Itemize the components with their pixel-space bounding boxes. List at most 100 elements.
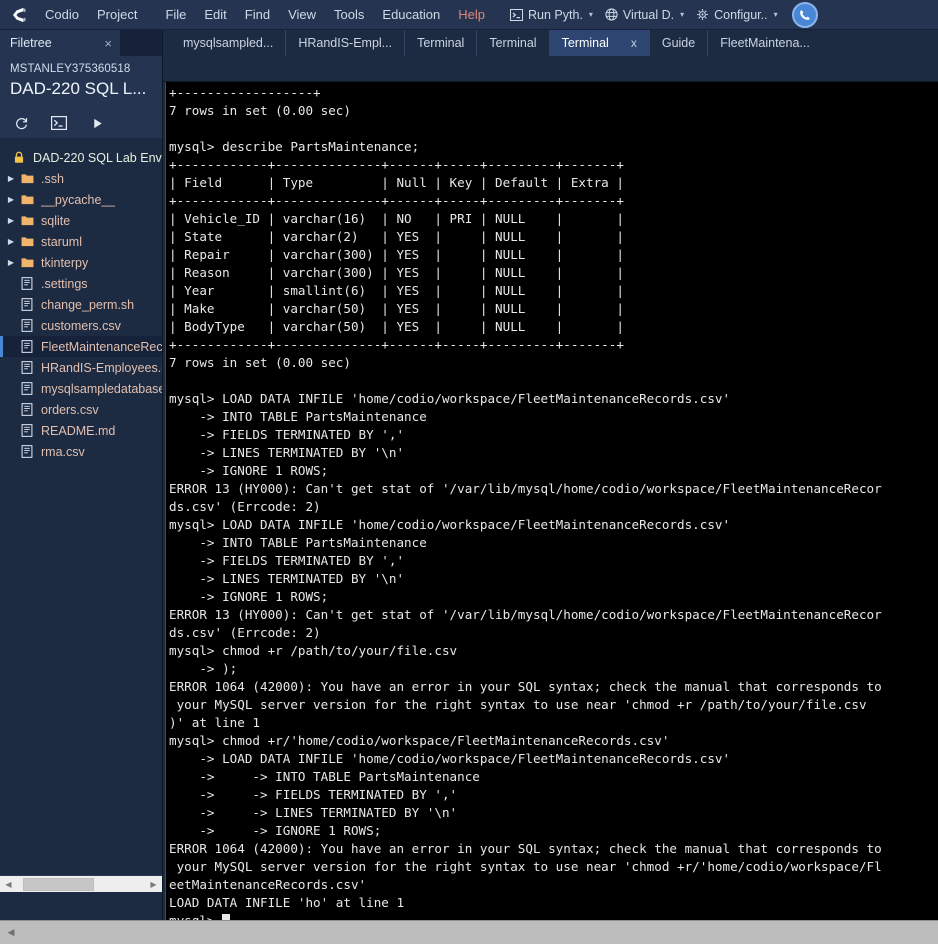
folder-icon	[18, 173, 36, 184]
codio-logo-icon[interactable]	[6, 4, 32, 26]
phone-icon[interactable]	[791, 1, 818, 28]
terminal-line: ERROR 13 (HY000): Can't get stat of '/va…	[169, 607, 882, 622]
terminal-icon	[509, 8, 523, 21]
sidebar-toolbar	[0, 108, 162, 140]
tree-item-readme-md[interactable]: README.md	[0, 420, 162, 441]
terminal-container: +------------------+ 7 rows in set (0.00 …	[163, 82, 938, 920]
virtual-device-button[interactable]: Virtual D. ▾	[599, 5, 690, 25]
scroll-left-icon[interactable]: ◀	[2, 878, 15, 891]
terminal-line: -> LOAD DATA INFILE 'home/codio/workspac…	[169, 751, 731, 766]
terminal-line: +------------+--------------+------+----…	[169, 337, 624, 352]
terminal-line: -> INTO TABLE PartsMaintenance	[169, 409, 427, 424]
menu-item-codio[interactable]: Codio	[36, 5, 88, 24]
menu-item-file[interactable]: File	[156, 5, 195, 24]
chevron-right-icon[interactable]: ▶	[4, 216, 18, 225]
terminal-cursor	[222, 914, 230, 920]
tree-item-ssh[interactable]: ▶ .ssh	[0, 168, 162, 189]
terminal-line: eetMaintenanceRecords.csv'	[169, 877, 367, 892]
window-horizontal-scrollbar[interactable]: ◀	[0, 920, 938, 944]
terminal-line: | Year | smallint(6) | YES | | NULL | |	[169, 283, 624, 298]
terminal-line: LOAD DATA INFILE 'ho' at line 1	[169, 895, 405, 910]
menu-item-tools[interactable]: Tools	[325, 5, 373, 24]
tree-item-tkinterpy[interactable]: ▶ tkinterpy	[0, 252, 162, 273]
tree-item-customers-csv[interactable]: customers.csv	[0, 315, 162, 336]
virtual-device-label: Virtual D.	[622, 7, 675, 22]
chevron-down-icon: ▾	[588, 10, 593, 19]
file-icon	[18, 277, 36, 290]
terminal-output[interactable]: +------------------+ 7 rows in set (0.00 …	[165, 82, 938, 920]
editor-tab-terminal-4[interactable]: Terminal x	[549, 30, 650, 56]
terminal-line: -> INTO TABLE PartsMaintenance	[169, 535, 427, 550]
file-icon	[18, 319, 36, 332]
chevron-right-icon[interactable]: ▶	[4, 258, 18, 267]
menu-item-project[interactable]: Project	[88, 5, 146, 24]
terminal-line: -> FIELDS TERMINATED BY ','	[169, 553, 405, 568]
menu-item-find[interactable]: Find	[236, 5, 279, 24]
sidebar-horizontal-scrollbar[interactable]: ◀ ▶	[0, 875, 162, 892]
tree-item-fleetmaintenancerec[interactable]: FleetMaintenanceRec	[0, 336, 162, 358]
gear-icon	[696, 8, 709, 21]
terminal-line: ERROR 1064 (42000): You have an error in…	[169, 841, 882, 856]
menu-item-view[interactable]: View	[279, 5, 325, 24]
terminal-line: -> -> FIELDS TERMINATED BY ','	[169, 787, 458, 802]
terminal-line: | Reason | varchar(300) | YES | | NULL |…	[169, 265, 624, 280]
close-icon[interactable]: x	[631, 37, 637, 49]
editor-tab-guide-5[interactable]: Guide	[650, 30, 709, 56]
scrollbar-track[interactable]	[15, 877, 147, 891]
terminal-line: | Make | varchar(50) | YES | | NULL | |	[169, 301, 624, 316]
editor-tab-terminal-2[interactable]: Terminal	[405, 30, 478, 56]
tree-item-staruml[interactable]: ▶ staruml	[0, 231, 162, 252]
tree-item-pycache[interactable]: ▶ __pycache__	[0, 189, 162, 210]
terminal-line: mysql> describe PartsMaintenance;	[169, 139, 420, 154]
configure-button[interactable]: Configur.. ▾	[690, 5, 784, 25]
refresh-icon[interactable]	[12, 114, 30, 132]
editor-tab-mysqlsampled-0[interactable]: mysqlsampled...	[171, 30, 287, 56]
filetree-sidebar: Filetree × MSTANLEY375360518 DAD-220 SQL…	[0, 30, 163, 920]
scroll-right-icon[interactable]: ▶	[147, 878, 160, 891]
username-label: MSTANLEY375360518	[10, 63, 131, 75]
tree-item-hrandis-employees-c[interactable]: HRandIS-Employees.c	[0, 357, 162, 378]
menu-item-edit[interactable]: Edit	[195, 5, 235, 24]
terminal-icon[interactable]	[50, 114, 68, 132]
close-icon[interactable]: ×	[104, 37, 112, 50]
run-python-button[interactable]: Run Pyth. ▾	[504, 5, 599, 25]
scrollbar-track[interactable]	[19, 924, 935, 941]
chevron-right-icon[interactable]: ▶	[4, 195, 18, 204]
terminal-line: -> FIELDS TERMINATED BY ','	[169, 427, 405, 442]
menu-item-help[interactable]: Help	[449, 5, 494, 24]
scrollbar-thumb[interactable]	[22, 877, 95, 891]
terminal-line: mysql> LOAD DATA INFILE 'home/codio/work…	[169, 517, 731, 532]
terminal-line: ERROR 13 (HY000): Can't get stat of '/va…	[169, 481, 882, 496]
file-icon	[18, 361, 36, 374]
sidebar-tab-label: Filetree	[10, 36, 52, 50]
file-icon	[18, 382, 36, 395]
tree-item-mysqlsampledatabase[interactable]: mysqlsampledatabase	[0, 378, 162, 399]
sidebar-footer	[0, 892, 162, 920]
terminal-line: ds.csv' (Errcode: 2)	[169, 625, 321, 640]
tree-item-orders-csv[interactable]: orders.csv	[0, 399, 162, 420]
tree-item-dad-220-sql-lab-enviro[interactable]: DAD-220 SQL Lab Enviro	[0, 147, 162, 168]
editor-tab-fleetmaintena-6[interactable]: FleetMaintena...	[708, 30, 822, 56]
play-icon[interactable]	[88, 114, 106, 132]
terminal-prompt-line[interactable]: mysql>	[169, 912, 938, 920]
terminal-line: 7 rows in set (0.00 sec)	[169, 103, 351, 118]
tree-item-settings[interactable]: .settings	[0, 273, 162, 294]
scroll-left-icon[interactable]: ◀	[3, 925, 19, 941]
terminal-line: your MySQL server version for the right …	[169, 697, 867, 712]
menu-item-education[interactable]: Education	[373, 5, 449, 24]
tree-item-label: README.md	[41, 423, 116, 438]
sidebar-tab-filetree[interactable]: Filetree ×	[0, 30, 120, 56]
tree-item-label: __pycache__	[41, 192, 116, 207]
tree-item-rma-csv[interactable]: rma.csv	[0, 441, 162, 462]
chevron-right-icon[interactable]: ▶	[4, 174, 18, 183]
tree-item-change-perm-sh[interactable]: change_perm.sh	[0, 294, 162, 315]
tree-item-label: sqlite	[41, 213, 71, 228]
editor-tab-terminal-3[interactable]: Terminal	[477, 30, 550, 56]
chevron-right-icon[interactable]: ▶	[4, 237, 18, 246]
tree-item-label: .settings	[41, 276, 88, 291]
tree-item-sqlite[interactable]: ▶ sqlite	[0, 210, 162, 231]
editor-tab-hrandis-empl-1[interactable]: HRandIS-Empl...	[286, 30, 406, 56]
configure-label: Configur..	[714, 7, 768, 22]
tree-item-label: orders.csv	[41, 402, 99, 417]
